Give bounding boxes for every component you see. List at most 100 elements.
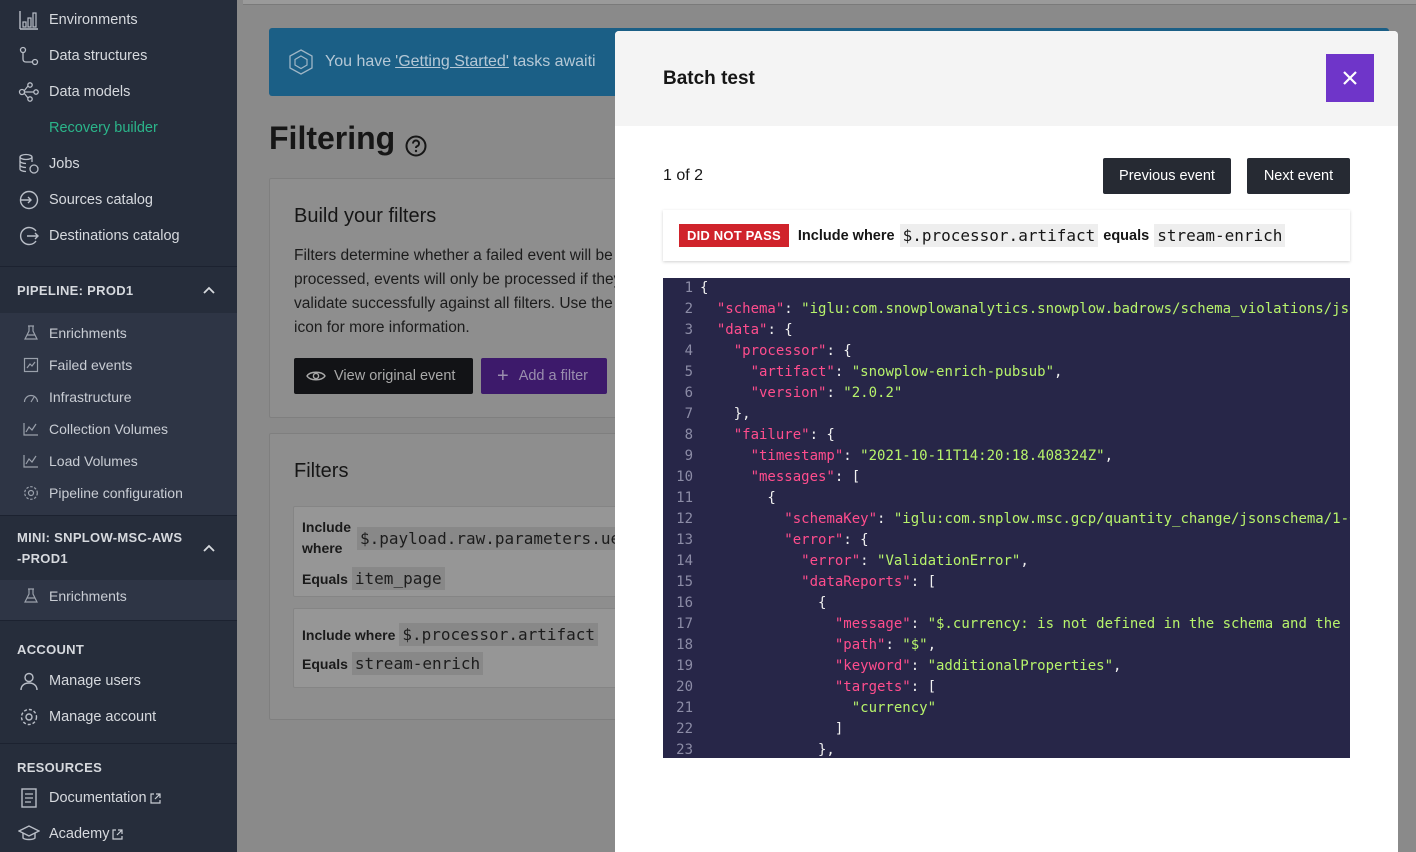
- volume-chart-icon: [22, 452, 40, 470]
- code-text: "version": "2.0.2": [693, 383, 903, 404]
- json-string: "$.currency: is not defined in the schem…: [927, 616, 1350, 632]
- json-punct: [700, 511, 784, 527]
- volume-chart-icon: [22, 420, 40, 438]
- line-number: 6: [684, 385, 693, 401]
- json-key: "message": [834, 616, 911, 632]
- equals-label: Equals: [302, 655, 348, 672]
- sidebar-item-label: Academy: [49, 826, 110, 842]
- line-number: 13: [676, 532, 693, 548]
- code-text: "processor": {: [693, 341, 852, 362]
- code-text: },: [693, 740, 835, 758]
- sidebar-item-sources-catalog[interactable]: Sources catalog: [0, 182, 237, 218]
- pipeline-mini-header[interactable]: MINI: SNPLOW-MSC-AWS -PROD1: [0, 516, 237, 580]
- sidebar-item-data-models[interactable]: Data models: [0, 74, 237, 110]
- filter-value: item_page: [351, 567, 445, 590]
- close-button[interactable]: [1326, 54, 1374, 102]
- sidebar-item-data-structures[interactable]: Data structures: [0, 38, 237, 74]
- pipeline-mini-title-line2: -PROD1: [17, 551, 68, 566]
- json-punct: ,: [1020, 553, 1029, 569]
- json-punct: [700, 385, 751, 401]
- previous-event-button[interactable]: Previous event: [1103, 158, 1231, 194]
- json-punct: [700, 637, 835, 653]
- filter-item[interactable]: Include where $.payload.raw.parameters.u…: [293, 506, 633, 597]
- sidebar-item-academy[interactable]: Academy: [0, 816, 237, 852]
- sidebar-item-destinations-catalog[interactable]: Destinations catalog: [0, 218, 237, 254]
- build-filters-card: Build your filters Filters determine whe…: [269, 178, 669, 418]
- code-line: 20 "targets": [: [663, 677, 1350, 698]
- json-string: "$": [902, 637, 928, 653]
- pipeline-prod-header[interactable]: PIPELINE: PROD1: [0, 267, 237, 313]
- sidebar-item-collection-volumes[interactable]: Collection Volumes: [0, 413, 237, 445]
- json-punct: ,: [1104, 448, 1114, 464]
- json-punct: :: [834, 364, 852, 380]
- next-event-button[interactable]: Next event: [1247, 158, 1350, 194]
- json-key: "data": [716, 322, 768, 338]
- result-path: $.processor.artifact: [899, 224, 1099, 247]
- code-text: "schemaKey": "iglu:com.snplow.msc.gcp/qu…: [693, 509, 1350, 530]
- json-code-viewer[interactable]: 1{2 "schema": "iglu:com.snowplowanalytic…: [663, 278, 1350, 758]
- json-key: "version": [750, 385, 827, 401]
- sidebar-item-documentation[interactable]: Documentation: [0, 780, 237, 816]
- eye-icon: [306, 369, 326, 383]
- sidebar-item-recovery-builder[interactable]: Recovery builder: [0, 110, 237, 146]
- pipeline-mini-title: MINI: SNPLOW-MSC-AWS -PROD1: [17, 527, 182, 569]
- json-key: "schema": [716, 301, 785, 317]
- sidebar-item-label: Jobs: [49, 156, 80, 172]
- sidebar-item-label: Data models: [49, 84, 131, 100]
- sidebar-item-label: Documentation: [49, 790, 147, 806]
- sidebar-item-infrastructure[interactable]: Infrastructure: [0, 381, 237, 413]
- sidebar-item-manage-account[interactable]: Manage account: [0, 699, 237, 735]
- line-number: 3: [684, 322, 693, 338]
- sidebar-item-load-volumes[interactable]: Load Volumes: [0, 445, 237, 477]
- code-line: 3 "data": {: [663, 320, 1350, 341]
- json-key: "path": [834, 637, 886, 653]
- view-original-event-button[interactable]: View original event: [294, 358, 473, 394]
- code-text: "failure": {: [693, 425, 835, 446]
- event-counter: 1 of 2: [663, 167, 704, 184]
- json-string: "2021-10-11T14:20:18.408324Z": [860, 448, 1105, 464]
- pipeline-prod-items: Enrichments Failed events Infrastructure Co…: [0, 313, 237, 515]
- json-string: "iglu:com.snowplowanalytics.snowplow.bad…: [801, 301, 1350, 317]
- code-line: 22 ]: [663, 719, 1350, 740]
- json-punct: :: [784, 301, 802, 317]
- filter-result: DID NOT PASS Include where $.processor.a…: [663, 210, 1350, 261]
- code-text: "path": "$",: [693, 635, 936, 656]
- json-key: "processor": [733, 343, 827, 359]
- code-text: "timestamp": "2021-10-11T14:20:18.408324…: [693, 446, 1113, 467]
- code-text: ]: [693, 719, 843, 740]
- code-text: "currency": [693, 698, 936, 719]
- sidebar-item-enrichments[interactable]: Enrichments: [0, 580, 237, 612]
- json-punct: [700, 574, 801, 590]
- json-key: "error": [801, 553, 861, 569]
- add-filter-button[interactable]: + Add a filter: [481, 358, 607, 394]
- sidebar-item-enrichments[interactable]: Enrichments: [0, 317, 237, 349]
- view-original-event-label: View original event: [334, 368, 456, 384]
- sidebar-item-manage-users[interactable]: Manage users: [0, 663, 237, 699]
- code-line: 18 "path": "$",: [663, 635, 1350, 656]
- sidebar-item-label: Manage account: [49, 709, 157, 725]
- filter-item[interactable]: Include where $.processor.artifact Equal…: [293, 608, 633, 688]
- json-string: "additionalProperties": [927, 658, 1114, 674]
- json-punct: [700, 658, 835, 674]
- json-punct: [700, 364, 751, 380]
- banner-text-suffix: tasks awaiti: [512, 53, 596, 70]
- json-punct: [700, 427, 734, 443]
- json-punct: [700, 679, 835, 695]
- code-text: "schema": "iglu:com.snowplowanalytics.sn…: [693, 299, 1350, 320]
- sidebar-item-pipeline-configuration[interactable]: Pipeline configuration: [0, 477, 237, 509]
- help-icon[interactable]: [405, 128, 427, 156]
- sidebar-item-label: Failed events: [49, 357, 133, 373]
- getting-started-link[interactable]: 'Getting Started': [395, 53, 509, 71]
- line-number: 11: [676, 490, 693, 506]
- add-filter-label: Add a filter: [518, 368, 589, 384]
- json-punct: [700, 532, 784, 548]
- json-punct: :: [877, 511, 894, 527]
- include-where-label: Include where: [302, 626, 396, 643]
- line-number: 17: [676, 616, 693, 632]
- code-text: "data": {: [693, 320, 793, 341]
- json-key: "messages": [750, 469, 835, 485]
- sidebar-item-failed-events[interactable]: Failed events: [0, 349, 237, 381]
- code-line: 14 "error": "ValidationError",: [663, 551, 1350, 572]
- sidebar-item-jobs[interactable]: Jobs: [0, 146, 237, 182]
- sidebar-item-environments[interactable]: Environments: [0, 2, 237, 38]
